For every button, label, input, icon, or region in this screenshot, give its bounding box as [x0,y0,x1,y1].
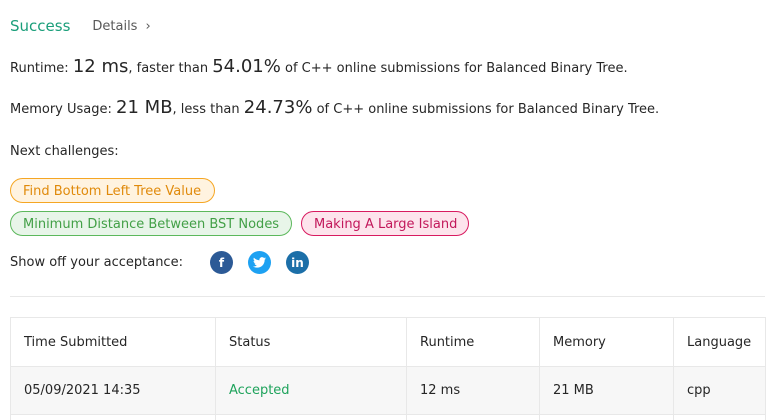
details-label: Details [92,18,138,34]
cell-language: cpp [673,366,766,415]
table-row[interactable]: 05/09/2021 14:35 Accepted 12 ms 21 MB cp… [10,366,766,415]
section-divider [10,296,765,297]
runtime-value: 12 ms [72,56,129,77]
runtime-stat: Runtime: 12 ms, faster than 54.01% of C+… [10,56,628,77]
chevron-right-icon: › [145,18,151,34]
partial-cell [673,414,766,420]
challenge-tag-easy[interactable]: Minimum Distance Between BST Nodes [10,211,292,236]
submission-result-panel: Success Details › Runtime: 12 ms, faster… [0,0,776,420]
result-header: Success Details › [10,15,151,37]
runtime-comparison: , faster than [128,61,209,76]
memory-suffix: of C++ online submissions for Balanced B… [316,102,660,117]
details-link[interactable]: Details › [92,19,150,34]
column-header-language[interactable]: Language [673,317,766,367]
cell-memory: 21 MB [539,366,674,415]
memory-value: 21 MB [116,97,173,118]
linkedin-icon[interactable]: in [286,251,309,274]
share-label: Show off your acceptance: [10,255,183,270]
column-header-memory[interactable]: Memory [539,317,674,367]
cell-status-link[interactable]: Accepted [215,366,407,415]
runtime-percent: 54.01% [212,56,281,77]
next-challenges-label: Next challenges: [10,144,119,159]
partial-cell [215,414,407,420]
memory-stat: Memory Usage: 21 MB, less than 24.73% of… [10,97,659,118]
table-row-partial [10,414,766,420]
partial-cell [539,414,674,420]
challenge-tag-hard[interactable]: Making A Large Island [301,211,469,236]
partial-cell [10,414,216,420]
result-status: Success [10,17,71,35]
twitter-bird-glyph [253,257,266,268]
submissions-table: Time Submitted Status Runtime Memory Lan… [10,317,766,420]
challenge-tag-medium[interactable]: Find Bottom Left Tree Value [10,178,215,203]
runtime-label: Runtime: [10,61,69,76]
column-header-time[interactable]: Time Submitted [10,317,216,367]
memory-comparison: , less than [172,102,240,117]
memory-percent: 24.73% [243,97,313,118]
facebook-icon[interactable]: f [210,251,233,274]
memory-label: Memory Usage: [10,102,112,117]
runtime-suffix: of C++ online submissions for Balanced B… [285,61,628,76]
column-header-runtime[interactable]: Runtime [406,317,540,367]
cell-time-submitted: 05/09/2021 14:35 [10,366,216,415]
partial-cell [406,414,540,420]
column-header-status[interactable]: Status [215,317,407,367]
cell-runtime: 12 ms [406,366,540,415]
twitter-icon[interactable] [248,251,271,274]
table-header-row: Time Submitted Status Runtime Memory Lan… [10,317,766,367]
